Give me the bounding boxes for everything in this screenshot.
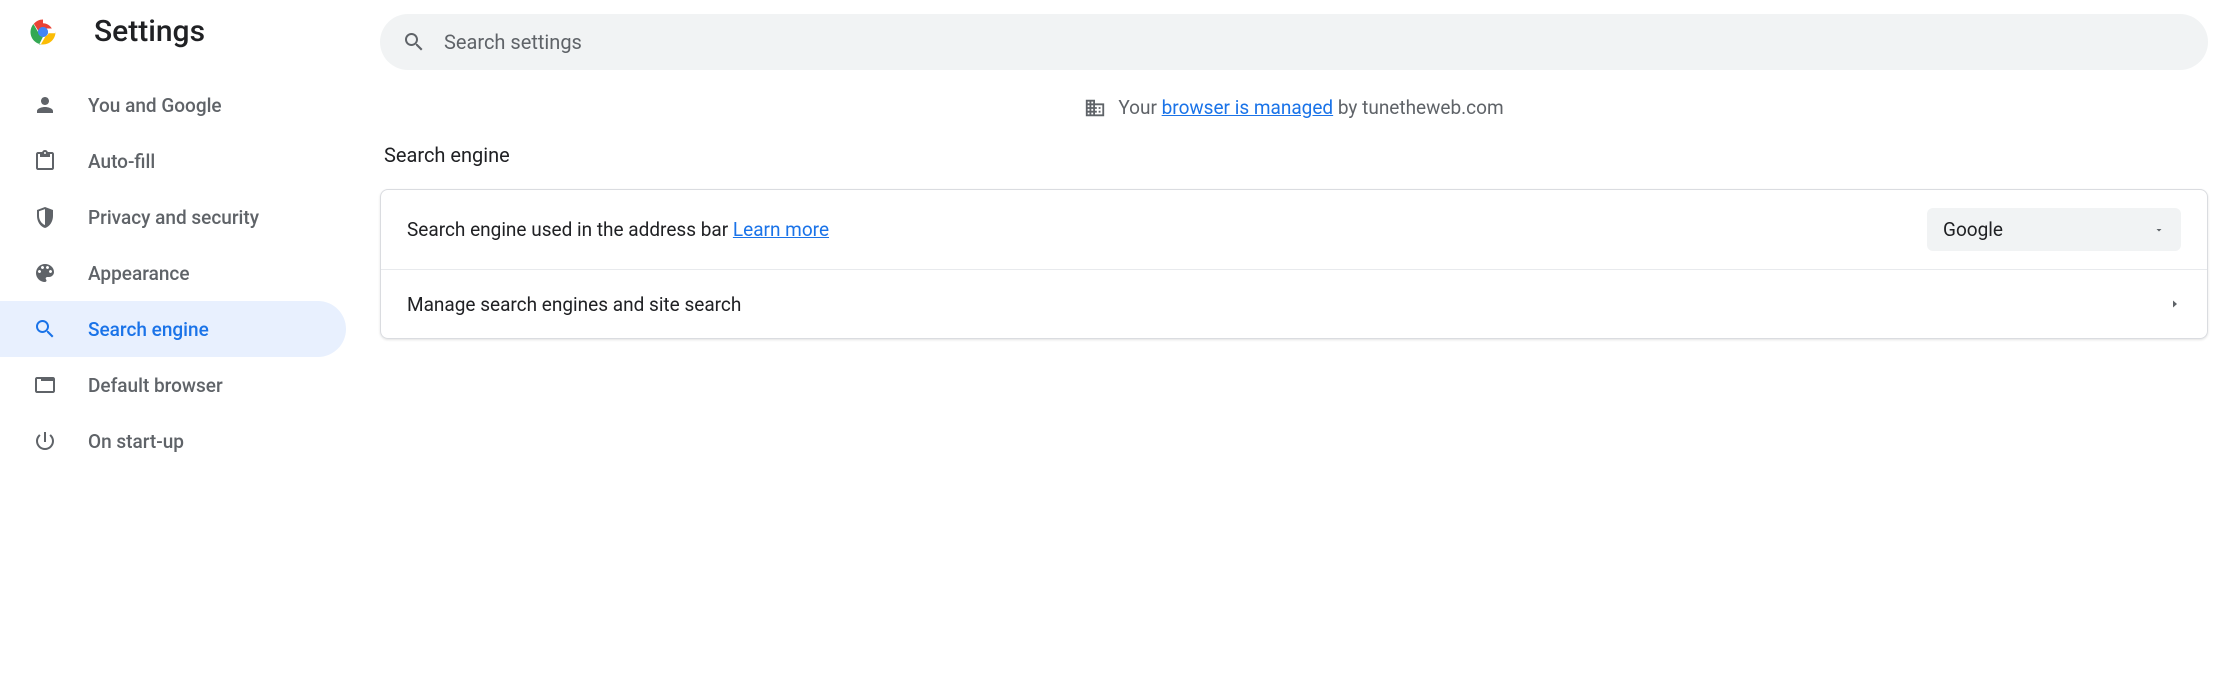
search-engine-card: Search engine used in the address bar Le… [380,189,2208,339]
select-value: Google [1943,218,2003,241]
manage-engines-row[interactable]: Manage search engines and site search [381,270,2207,338]
default-engine-label: Search engine used in the address bar Le… [407,218,829,241]
shield-icon [32,204,58,230]
sidebar-item-default-browser[interactable]: Default browser [0,357,380,413]
chrome-logo-icon [28,17,58,47]
search-bar[interactable] [380,14,2208,70]
sidebar-item-privacy[interactable]: Privacy and security [0,189,380,245]
default-engine-row: Search engine used in the address bar Le… [381,190,2207,270]
learn-more-link[interactable]: Learn more [733,218,829,241]
sidebar-item-label: Auto-fill [88,150,155,173]
sidebar-item-label: You and Google [88,94,222,117]
search-engine-select[interactable]: Google [1927,208,2181,251]
clipboard-icon [32,148,58,174]
sidebar-item-appearance[interactable]: Appearance [0,245,380,301]
search-input[interactable] [444,30,2186,54]
sidebar-item-label: Search engine [88,318,209,341]
chevron-down-icon [2153,224,2165,236]
manage-engines-label: Manage search engines and site search [407,293,741,316]
main-content: Your browser is managed by tunetheweb.co… [380,0,2234,469]
sidebar-item-label: Privacy and security [88,206,259,229]
sidebar-item-on-startup[interactable]: On start-up [0,413,380,469]
sidebar-item-search-engine[interactable]: Search engine [0,301,346,357]
sidebar-item-label: Appearance [88,262,190,285]
sidebar-item-label: Default browser [88,374,223,397]
section-title: Search engine [380,143,2208,167]
search-icon [402,30,426,54]
managed-notice-text: Your browser is managed by tunetheweb.co… [1118,96,1503,119]
chevron-right-icon [2169,298,2181,310]
sidebar-nav: You and Google Auto-fill Privacy and sec… [0,77,380,469]
palette-icon [32,260,58,286]
power-icon [32,428,58,454]
sidebar-item-label: On start-up [88,430,184,453]
search-icon [32,316,58,342]
page-title: Settings [94,14,205,49]
sidebar-item-autofill[interactable]: Auto-fill [0,133,380,189]
sidebar: Settings You and Google Auto-fill Privac… [0,0,380,469]
browser-icon [32,372,58,398]
managed-link[interactable]: browser is managed [1162,96,1334,119]
domain-icon [1084,97,1106,119]
managed-notice: Your browser is managed by tunetheweb.co… [380,96,2208,119]
sidebar-item-you-and-google[interactable]: You and Google [0,77,380,133]
app-header: Settings [0,14,380,77]
person-icon [32,92,58,118]
